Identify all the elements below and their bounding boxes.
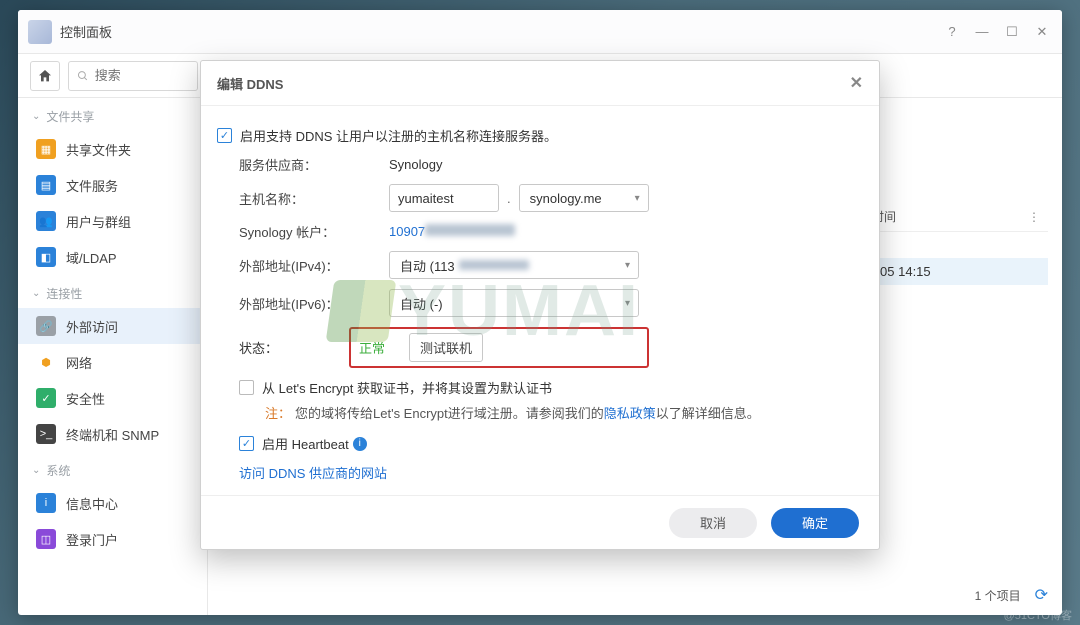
sidebar-item-info-center[interactable]: i信息中心	[18, 485, 207, 521]
network-icon: ⬢	[36, 352, 56, 372]
account-label: Synology 帐户：	[239, 222, 389, 241]
sidebar-item-terminal-snmp[interactable]: >_终端机和 SNMP	[18, 416, 207, 452]
app-icon	[28, 20, 52, 44]
privacy-policy-link[interactable]: 隐私政策	[604, 406, 656, 421]
sidebar-item-login-portal[interactable]: ◫登录门户	[18, 521, 207, 557]
terminal-icon: >_	[36, 424, 56, 444]
item-count: 1 个项目	[975, 587, 1021, 604]
chevron-down-icon: ⌄	[32, 111, 40, 122]
search-icon	[77, 69, 89, 83]
sidebar-group[interactable]: ⌄连接性	[18, 275, 207, 308]
sidebar-item-domain-ldap[interactable]: ◧域/LDAP	[18, 239, 207, 275]
chevron-down-icon: ▾	[625, 260, 630, 271]
more-icon[interactable]: ⋮	[1024, 210, 1044, 224]
chevron-down-icon: ⌄	[32, 288, 40, 299]
heartbeat-checkbox[interactable]: ✓ 启用 Heartbeat i	[239, 434, 859, 453]
status-box: 正常 测试联机	[349, 327, 649, 368]
ok-button[interactable]: 确定	[771, 508, 859, 538]
window-titlebar: 控制面板 ? — ☐ ✕	[18, 10, 1062, 54]
enable-ddns-checkbox[interactable]: ✓ 启用支持 DDNS 让用户以注册的主机名称连接服务器。	[217, 126, 859, 145]
sidebar-item-users-groups[interactable]: 👥用户与群组	[18, 203, 207, 239]
provider-website-link[interactable]: 访问 DDNS 供应商的网站	[239, 463, 387, 482]
search-field[interactable]	[95, 68, 189, 83]
help-icon[interactable]: ?	[942, 22, 962, 42]
status-value: 正常	[359, 338, 385, 357]
maximize-icon[interactable]: ☐	[1002, 22, 1022, 42]
ipv6-label: 外部地址(IPv6)：	[239, 294, 389, 313]
check-icon: ✓	[239, 380, 254, 395]
sidebar-item-file-services[interactable]: ▤文件服务	[18, 167, 207, 203]
chevron-down-icon: ▾	[635, 193, 640, 204]
login-portal-icon: ◫	[36, 529, 56, 549]
sidebar-item-network[interactable]: ⬢网络	[18, 344, 207, 380]
status-bar: 1 个项目 ⟳	[975, 585, 1048, 605]
file-service-icon: ▤	[36, 175, 56, 195]
hostname-label: 主机名称：	[239, 189, 389, 208]
sidebar-item-external-access[interactable]: 🔗外部访问	[18, 308, 207, 344]
status-label: 状态：	[239, 338, 349, 357]
hostname-suffix-select[interactable]: synology.me▾	[519, 184, 649, 212]
ipv4-label: 外部地址(IPv4)：	[239, 256, 389, 275]
search-input[interactable]	[68, 61, 198, 91]
test-connection-button[interactable]: 测试联机	[409, 333, 483, 362]
users-icon: 👥	[36, 211, 56, 231]
window-title: 控制面板	[60, 22, 112, 41]
dialog-close-icon[interactable]: ✕	[850, 73, 863, 93]
home-button[interactable]	[30, 61, 60, 91]
folder-icon: ▦	[36, 139, 56, 159]
cancel-button[interactable]: 取消	[669, 508, 757, 538]
sidebar-item-shared-folders[interactable]: ▦共享文件夹	[18, 131, 207, 167]
minimize-icon[interactable]: —	[972, 22, 992, 42]
dialog-title: 编辑 DDNS ✕	[201, 61, 879, 106]
provider-label: 服务供应商：	[239, 155, 389, 174]
info-center-icon: i	[36, 493, 56, 513]
external-access-icon: 🔗	[36, 316, 56, 336]
check-icon: ✓	[239, 436, 254, 451]
edit-ddns-dialog: 编辑 DDNS ✕ ✓ 启用支持 DDNS 让用户以注册的主机名称连接服务器。 …	[200, 60, 880, 550]
info-icon[interactable]: i	[353, 437, 367, 451]
provider-value: Synology	[389, 157, 442, 172]
account-link[interactable]: 10907xxxxxxxx	[389, 224, 515, 239]
corner-watermark: @51CTO博客	[1004, 607, 1072, 623]
shield-icon: ✓	[36, 388, 56, 408]
domain-icon: ◧	[36, 247, 56, 267]
letsencrypt-checkbox[interactable]: ✓ 从 Let's Encrypt 获取证书，并将其设置为默认证书	[239, 378, 859, 397]
check-icon: ✓	[217, 128, 232, 143]
sidebar-group[interactable]: ⌄文件共享	[18, 98, 207, 131]
sidebar: ⌄文件共享 ▦共享文件夹 ▤文件服务 👥用户与群组 ◧域/LDAP ⌄连接性 🔗…	[18, 98, 208, 615]
ipv4-select[interactable]: 自动 (113x▾	[389, 251, 639, 279]
chevron-down-icon: ⌄	[32, 465, 40, 476]
hostname-input[interactable]: yumaitest	[389, 184, 499, 212]
ipv6-select[interactable]: 自动 (-)▾	[389, 289, 639, 317]
sidebar-group[interactable]: ⌄系统	[18, 452, 207, 485]
chevron-down-icon: ▾	[625, 298, 630, 309]
refresh-icon[interactable]: ⟳	[1035, 585, 1048, 605]
close-icon[interactable]: ✕	[1032, 22, 1052, 42]
letsencrypt-note: 注：您的域将传给Let's Encrypt进行域注册。请参阅我们的隐私政策以了解…	[265, 403, 859, 422]
sidebar-item-security[interactable]: ✓安全性	[18, 380, 207, 416]
